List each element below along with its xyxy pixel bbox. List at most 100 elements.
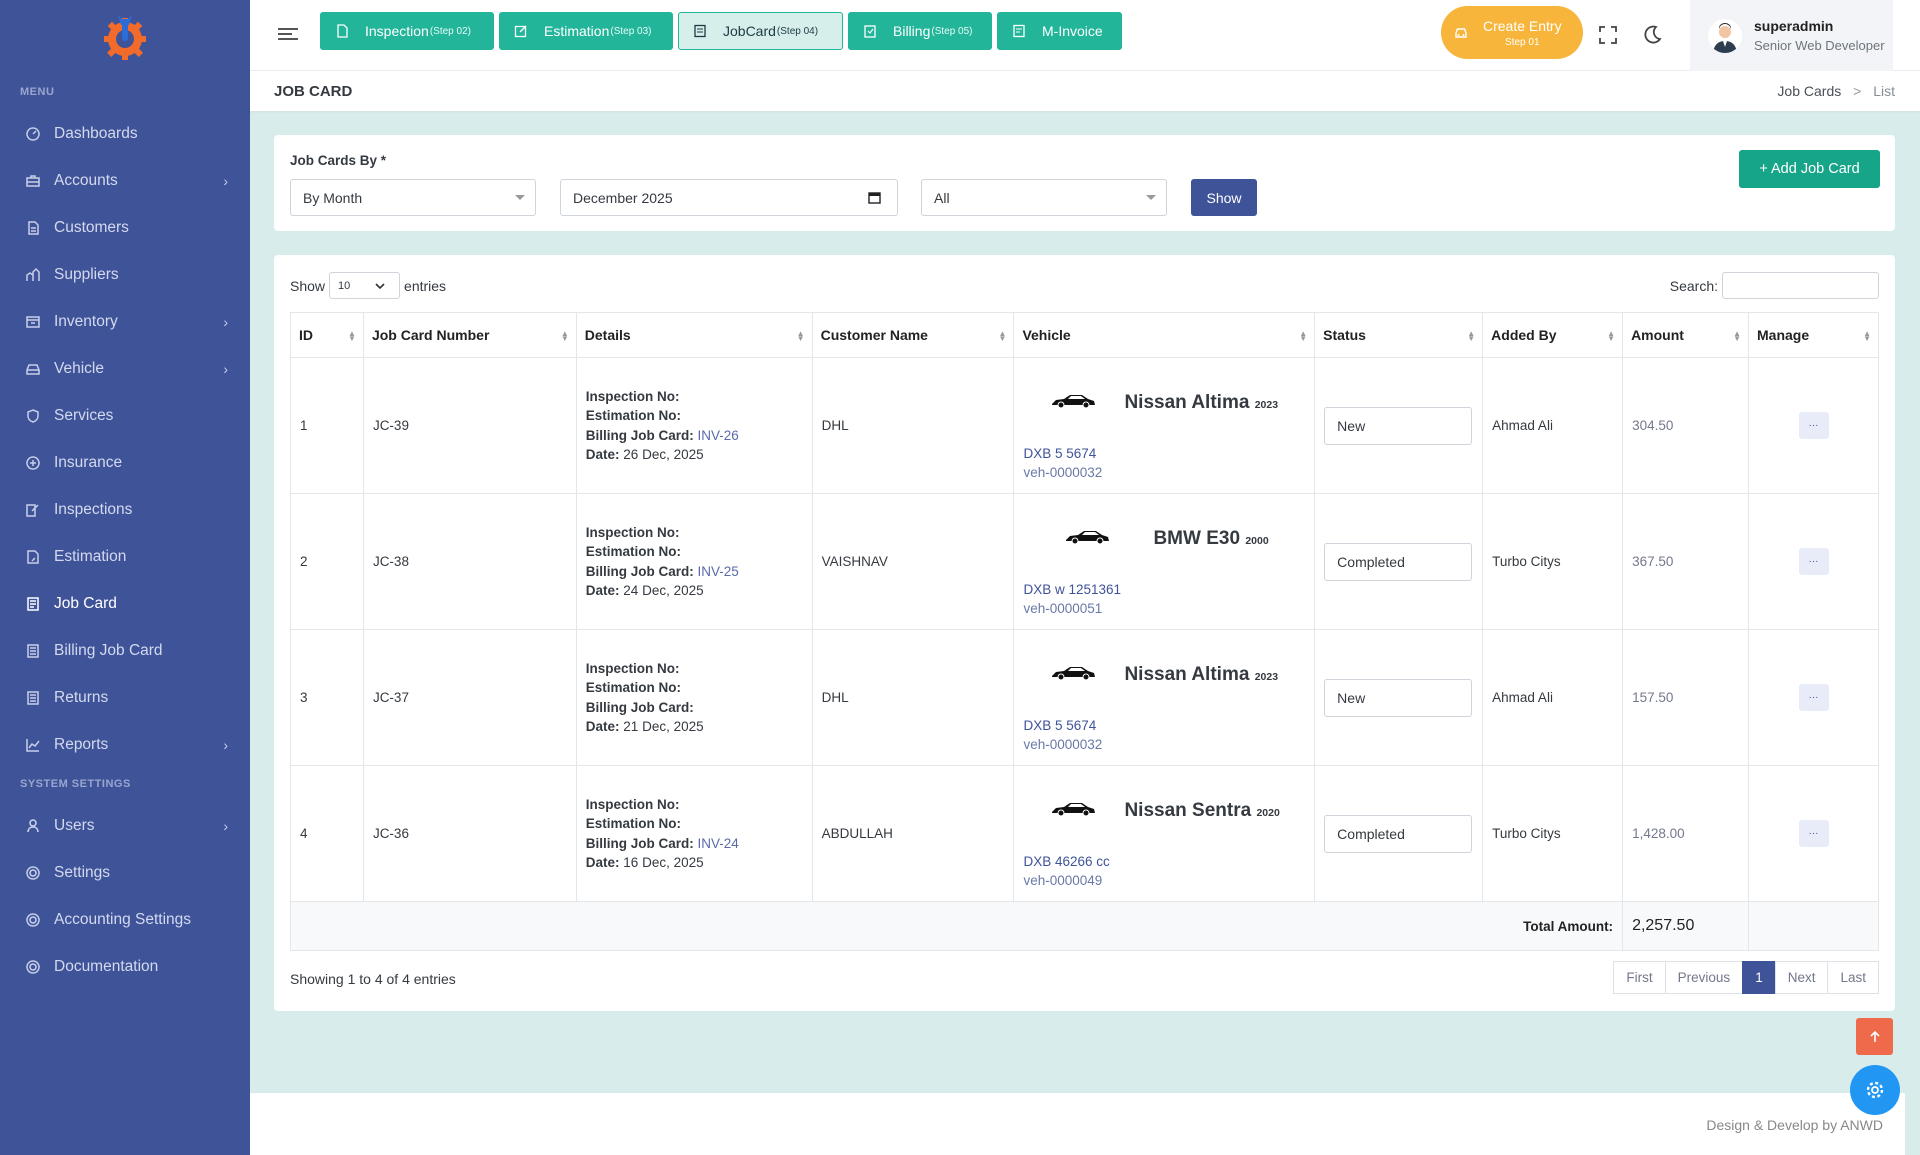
sidebar-item-inventory[interactable]: Inventory › bbox=[0, 298, 250, 345]
period-select-value: By Month bbox=[303, 189, 363, 206]
create-entry-button[interactable]: Create Entry Step 01 bbox=[1441, 6, 1583, 59]
vehicle-id[interactable]: veh-0000032 bbox=[1023, 735, 1102, 754]
calendar-icon[interactable] bbox=[868, 191, 881, 204]
step-minvoice-button[interactable]: M-Invoice bbox=[997, 12, 1122, 50]
column-header-customer-name[interactable]: Customer Name ▲ ▼ bbox=[811, 312, 1015, 358]
column-header-job-card-number[interactable]: Job Card Number ▲ ▼ bbox=[362, 312, 577, 358]
column-header-added-by[interactable]: Added By ▲ ▼ bbox=[1482, 312, 1624, 358]
breadcrumb-job-cards[interactable]: Job Cards bbox=[1777, 83, 1841, 99]
pager-page-1[interactable]: 1 bbox=[1742, 961, 1776, 994]
gear-wrench-logo-icon bbox=[104, 15, 146, 60]
search-input[interactable] bbox=[1722, 272, 1879, 299]
manage-menu-button[interactable]: ··· bbox=[1798, 548, 1829, 575]
vehicle-plate[interactable]: DXB 5 5674 bbox=[1023, 444, 1102, 463]
manage-menu-button[interactable]: ··· bbox=[1798, 412, 1829, 439]
chevron-down-icon bbox=[375, 283, 385, 290]
sidebar-item-users[interactable]: Users › bbox=[0, 802, 250, 849]
sidebar-item-accounting-settings[interactable]: Accounting Settings bbox=[0, 896, 250, 943]
billing-invoice-link[interactable]: INV-26 bbox=[698, 428, 739, 443]
column-header-vehicle[interactable]: Vehicle ▲ ▼ bbox=[1013, 312, 1316, 358]
manage-menu-button[interactable]: ··· bbox=[1798, 820, 1829, 847]
vehicle-plate[interactable]: DXB 46266 cc bbox=[1023, 852, 1109, 871]
dark-mode-icon[interactable] bbox=[1641, 24, 1663, 46]
column-header-status[interactable]: Status ▲ ▼ bbox=[1314, 312, 1484, 358]
sidebar-item-settings[interactable]: Settings bbox=[0, 849, 250, 896]
table-row: 4 JC-36 Inspection No: Estimation No: Bill… bbox=[290, 765, 1879, 902]
sidebar-item-reports[interactable]: Reports › bbox=[0, 721, 250, 768]
vehicle-id[interactable]: veh-0000051 bbox=[1023, 599, 1121, 618]
sidebar-item-billing-job-card[interactable]: Billing Job Card bbox=[0, 627, 250, 674]
chevron-right-icon: › bbox=[223, 360, 228, 377]
sidebar-item-returns[interactable]: Returns bbox=[0, 674, 250, 721]
pager-first[interactable]: First bbox=[1613, 961, 1666, 994]
sidebar-item-label: Insurance bbox=[54, 453, 123, 471]
status-select[interactable]: Completed bbox=[1324, 542, 1473, 581]
period-select[interactable]: By Month bbox=[290, 179, 536, 216]
step-inspection-button[interactable]: Inspection (Step 02) bbox=[320, 12, 494, 50]
sort-icon: ▲ ▼ bbox=[1863, 329, 1871, 343]
sidebar-item-estimation[interactable]: Estimation bbox=[0, 533, 250, 580]
cell-id: 2 bbox=[290, 493, 364, 630]
pager-last[interactable]: Last bbox=[1827, 961, 1879, 994]
create-entry-label: Create Entry bbox=[1483, 17, 1562, 34]
month-picker[interactable]: December 2025 bbox=[560, 179, 898, 216]
sidebar-item-services[interactable]: Services bbox=[0, 392, 250, 439]
status-select[interactable]: Completed bbox=[1324, 814, 1473, 853]
sidebar-item-dashboards[interactable]: Dashboards bbox=[0, 110, 250, 157]
sidebar-item-insurance[interactable]: Insurance bbox=[0, 439, 250, 486]
fullscreen-icon[interactable] bbox=[1597, 24, 1619, 46]
sidebar-item-label: Estimation bbox=[54, 547, 127, 565]
car-silhouette-icon bbox=[1066, 531, 1110, 545]
sidebar-item-accounts[interactable]: Accounts › bbox=[0, 157, 250, 204]
column-header-id[interactable]: ID ▲ ▼ bbox=[290, 312, 364, 358]
page-length-select[interactable]: 10 bbox=[329, 272, 401, 299]
sidebar-item-job-card[interactable]: Job Card bbox=[0, 580, 250, 627]
column-header-amount[interactable]: Amount ▲ ▼ bbox=[1622, 312, 1749, 358]
detail-label: Estimation No: bbox=[585, 816, 682, 831]
step-estimation-button[interactable]: Estimation (Step 03) bbox=[499, 12, 673, 50]
pager-next[interactable]: Next bbox=[1774, 961, 1829, 994]
scroll-to-top-button[interactable] bbox=[1856, 1018, 1893, 1055]
footer-credit: Design & Develop by ANWD bbox=[1706, 1117, 1883, 1133]
logo[interactable] bbox=[0, 0, 250, 72]
billing-invoice-link[interactable]: INV-25 bbox=[698, 564, 739, 579]
hamburger-menu-icon[interactable] bbox=[278, 24, 298, 44]
column-header-manage[interactable]: Manage ▲ ▼ bbox=[1748, 312, 1879, 358]
vehicle-plate[interactable]: DXB w 1251361 bbox=[1023, 580, 1121, 599]
pager-previous[interactable]: Previous bbox=[1664, 961, 1744, 994]
manage-menu-button[interactable]: ··· bbox=[1798, 684, 1829, 711]
cell-status: New bbox=[1314, 357, 1484, 494]
settings-fab-button[interactable] bbox=[1850, 1065, 1900, 1115]
status-select[interactable]: New bbox=[1324, 406, 1473, 445]
detail-line-estimation: Estimation No: bbox=[586, 814, 803, 834]
cell-vehicle: Nissan Sentra 2020 DXB 46266 cc veh-000004… bbox=[1013, 765, 1316, 902]
vehicle-name: Nissan Altima 2023 bbox=[1124, 664, 1278, 686]
sidebar-item-vehicle[interactable]: Vehicle › bbox=[0, 345, 250, 392]
sidebar-item-documentation[interactable]: Documentation bbox=[0, 943, 250, 990]
job-card-table-card: Show 10 entries Search: ID ▲ ▼ Job Card Num… bbox=[274, 255, 1895, 1011]
step-billing-button[interactable]: Billing (Step 05) bbox=[848, 12, 992, 50]
show-button[interactable]: Show bbox=[1191, 179, 1257, 216]
user-role: Senior Web Developer bbox=[1754, 38, 1885, 53]
detail-label: Inspection No: bbox=[585, 524, 680, 540]
edit-icon bbox=[26, 503, 39, 517]
vehicle-id[interactable]: veh-0000032 bbox=[1023, 463, 1102, 482]
step-sub: (Step 02) bbox=[429, 25, 471, 37]
status-filter-select[interactable]: All bbox=[921, 179, 1167, 216]
detail-line-date: Date: 24 Dec, 2025 bbox=[586, 581, 803, 601]
sidebar-item-suppliers[interactable]: Suppliers bbox=[0, 251, 250, 298]
step-jobcard-button[interactable]: JobCard (Step 04) bbox=[678, 12, 843, 50]
billing-invoice-link[interactable]: INV-24 bbox=[698, 836, 739, 851]
page-title: JOB CARD bbox=[274, 83, 353, 100]
vehicle-id[interactable]: veh-0000049 bbox=[1023, 871, 1109, 890]
vehicle-plate[interactable]: DXB 5 5674 bbox=[1023, 716, 1102, 735]
user-menu[interactable]: superadmin Senior Web Developer bbox=[1690, 0, 1893, 71]
add-job-card-button[interactable]: + Add Job Card bbox=[1739, 150, 1880, 188]
column-header-details[interactable]: Details ▲ ▼ bbox=[575, 312, 813, 358]
billing-icon bbox=[27, 643, 39, 658]
table-info: Showing 1 to 4 of 4 entries bbox=[290, 971, 456, 987]
table-row: 1 JC-39 Inspection No: Estimation No: Bill… bbox=[290, 357, 1879, 494]
sidebar-item-inspections[interactable]: Inspections bbox=[0, 486, 250, 533]
sidebar-item-customers[interactable]: Customers bbox=[0, 204, 250, 251]
status-select[interactable]: New bbox=[1324, 678, 1473, 717]
